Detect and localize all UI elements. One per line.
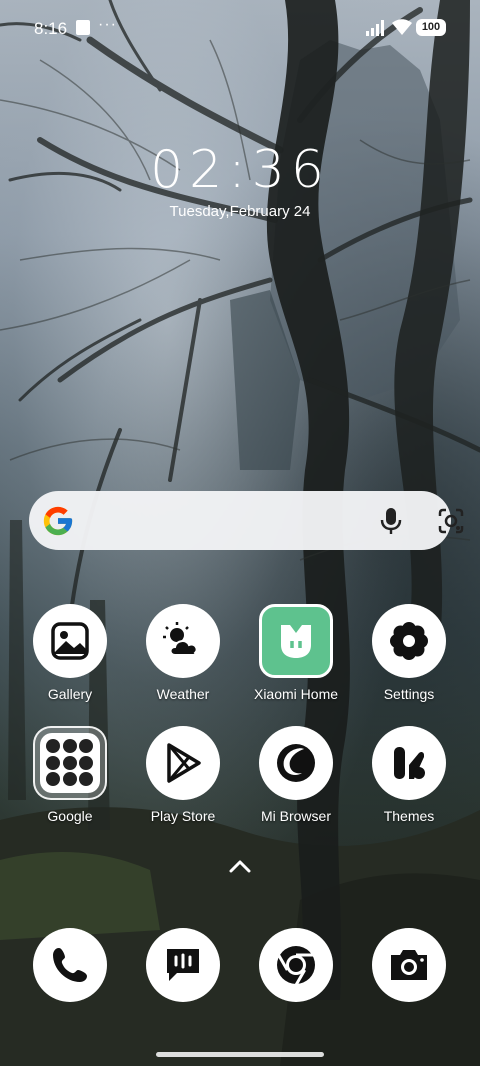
app-weather[interactable]: Weather <box>128 604 238 702</box>
gallery-icon <box>33 604 107 678</box>
weather-icon <box>146 604 220 678</box>
microphone-icon[interactable] <box>379 507 403 535</box>
clock-time[interactable]: 02:36 <box>0 140 480 200</box>
google-lens-icon[interactable] <box>437 507 465 535</box>
app-xiaomi-home[interactable]: Xiaomi Home <box>241 604 351 702</box>
battery-icon: 100 <box>416 19 446 36</box>
clock-date[interactable]: Tuesday,February 24 <box>0 203 480 220</box>
google-folder-icon <box>33 726 107 800</box>
dock-camera[interactable] <box>354 928 464 1002</box>
dock-phone[interactable] <box>15 928 125 1002</box>
google-search-bar[interactable] <box>29 491 464 550</box>
status-bar: 8:16 ··· 100 <box>0 0 480 56</box>
app-label: Weather <box>156 686 210 702</box>
app-label: Mi Browser <box>260 808 331 824</box>
app-folder-google[interactable]: Google <box>15 726 125 824</box>
themes-icon <box>372 726 446 800</box>
dock-chrome[interactable] <box>241 928 351 1002</box>
app-label: Xiaomi Home <box>253 686 339 702</box>
wifi-icon <box>392 19 412 35</box>
app-label: Google <box>47 808 93 824</box>
play-store-icon <box>146 726 220 800</box>
home-gesture-bar[interactable] <box>156 1052 324 1057</box>
app-drawer-chevron-up-icon[interactable] <box>228 858 252 874</box>
app-themes[interactable]: Themes <box>354 726 464 824</box>
app-label: Settings <box>383 686 435 702</box>
app-gallery[interactable]: Gallery <box>15 604 125 702</box>
cellular-signal-icon <box>366 20 384 36</box>
app-settings[interactable]: Settings <box>354 604 464 702</box>
app-play-store[interactable]: Play Store <box>128 726 238 824</box>
xiaomi-home-icon <box>259 604 333 678</box>
phone-icon <box>33 928 107 1002</box>
chrome-icon <box>259 928 333 1002</box>
google-g-icon <box>43 506 73 536</box>
more-notifications-icon: ··· <box>98 16 117 33</box>
status-time: 8:16 <box>34 19 68 38</box>
browser-icon <box>259 726 333 800</box>
app-label: Themes <box>383 808 435 824</box>
gear-icon <box>372 604 446 678</box>
app-mi-browser[interactable]: Mi Browser <box>241 726 351 824</box>
messages-icon <box>146 928 220 1002</box>
dock-messages[interactable] <box>128 928 238 1002</box>
camera-icon <box>372 928 446 1002</box>
app-label: Play Store <box>150 808 216 824</box>
app-label: Gallery <box>47 686 93 702</box>
notification-icon <box>76 20 90 35</box>
